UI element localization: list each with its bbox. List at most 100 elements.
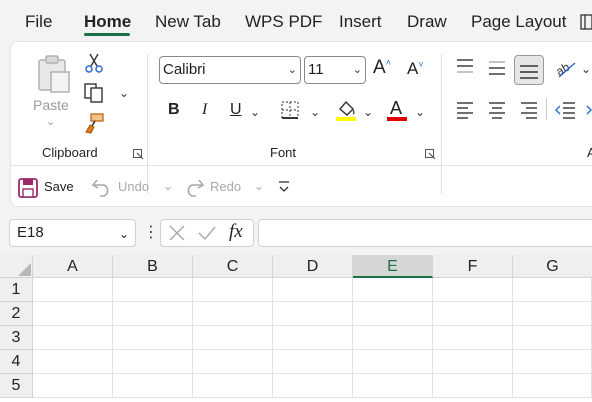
overflow-tab-icon[interactable] — [580, 13, 592, 31]
column-header-b[interactable]: B — [113, 255, 193, 278]
redo-icon[interactable] — [183, 176, 205, 198]
column-header-f[interactable]: F — [433, 255, 513, 278]
customize-toolbar-icon[interactable] — [277, 178, 299, 200]
grid-cell[interactable] — [433, 374, 513, 398]
row-header-2[interactable]: 2 — [0, 302, 33, 326]
tab-new-tab[interactable]: New Tab — [155, 12, 221, 32]
formula-input[interactable] — [258, 219, 592, 247]
grid-cell[interactable] — [433, 302, 513, 326]
tab-draw[interactable]: Draw — [407, 12, 447, 32]
select-all-corner[interactable] — [0, 255, 33, 278]
tab-file[interactable]: File — [25, 12, 52, 32]
fill-color-dropdown-icon[interactable]: ⌄ — [363, 105, 373, 119]
undo-dropdown-icon[interactable]: ⌄ — [163, 179, 173, 193]
insert-function-button[interactable]: fx — [229, 221, 243, 243]
format-painter-icon[interactable] — [83, 112, 105, 134]
row-header-4[interactable]: 4 — [0, 350, 33, 374]
row-header-3[interactable]: 3 — [0, 326, 33, 350]
decrease-font-size-button[interactable]: A˅ — [407, 59, 424, 79]
grid-cell[interactable] — [433, 350, 513, 374]
grid-cell[interactable] — [113, 374, 193, 398]
grid-cell[interactable] — [193, 326, 273, 350]
row-header-1[interactable]: 1 — [0, 278, 33, 302]
font-size-select[interactable]: 11 ⌄ — [304, 56, 366, 84]
save-button[interactable]: Save — [44, 179, 74, 194]
grid-cell[interactable] — [353, 278, 433, 302]
grid-cell[interactable] — [273, 326, 353, 350]
grid-cell[interactable] — [273, 278, 353, 302]
cut-icon[interactable] — [83, 52, 105, 74]
undo-button[interactable]: Undo — [118, 179, 149, 194]
align-left-icon[interactable] — [455, 100, 477, 122]
column-header-c[interactable]: C — [193, 255, 273, 278]
copy-icon[interactable] — [83, 82, 105, 104]
grid-cell[interactable] — [193, 374, 273, 398]
align-top-icon[interactable] — [455, 57, 477, 79]
column-header-a[interactable]: A — [33, 255, 113, 278]
underline-dropdown-icon[interactable]: ⌄ — [250, 105, 260, 119]
tab-wps-pdf[interactable]: WPS PDF — [245, 12, 322, 32]
grid-cell[interactable] — [193, 350, 273, 374]
grid-cell[interactable] — [33, 350, 113, 374]
undo-icon[interactable] — [91, 176, 113, 198]
grid-cell[interactable] — [193, 278, 273, 302]
more-options-icon[interactable]: ⋮ — [143, 222, 159, 242]
grid-cell[interactable] — [273, 374, 353, 398]
grid-cell[interactable] — [113, 350, 193, 374]
save-icon[interactable] — [17, 177, 39, 199]
grid-cell[interactable] — [353, 302, 433, 326]
increase-font-size-button[interactable]: A˄ — [373, 57, 391, 79]
redo-button[interactable]: Redo — [210, 179, 241, 194]
grid-cell[interactable] — [273, 350, 353, 374]
grid-cell[interactable] — [193, 302, 273, 326]
grid-cell[interactable] — [33, 374, 113, 398]
grid-cell[interactable] — [113, 302, 193, 326]
align-center-icon[interactable] — [487, 100, 509, 122]
underline-button[interactable]: U — [230, 101, 242, 119]
paste-dropdown-icon[interactable]: ⌄ — [46, 115, 55, 128]
font-color-icon[interactable]: A — [385, 97, 407, 121]
font-color-dropdown-icon[interactable]: ⌄ — [415, 105, 425, 119]
name-box[interactable]: E18 ⌄ — [9, 219, 136, 247]
redo-dropdown-icon[interactable]: ⌄ — [254, 179, 264, 193]
increase-indent-icon[interactable] — [585, 100, 592, 122]
column-header-g[interactable]: G — [513, 255, 592, 278]
enter-icon[interactable] — [197, 224, 217, 247]
grid-cell[interactable] — [433, 278, 513, 302]
grid-cell[interactable] — [513, 302, 592, 326]
align-middle-icon[interactable] — [487, 59, 509, 81]
grid-cell[interactable] — [513, 278, 592, 302]
bold-button[interactable]: B — [168, 101, 180, 119]
font-name-select[interactable]: Calibri ⌄ — [159, 56, 301, 84]
tab-insert[interactable]: Insert — [339, 12, 382, 32]
cancel-icon[interactable] — [168, 224, 186, 247]
italic-button[interactable]: I — [202, 101, 207, 119]
decrease-indent-icon[interactable] — [554, 100, 576, 122]
column-header-d[interactable]: D — [273, 255, 353, 278]
grid-cell[interactable] — [353, 374, 433, 398]
grid-cell[interactable] — [513, 374, 592, 398]
grid-cell[interactable] — [33, 278, 113, 302]
orientation-dropdown-icon[interactable]: ⌄ — [581, 62, 591, 76]
column-header-e[interactable]: E — [353, 255, 433, 278]
align-right-icon[interactable] — [519, 100, 541, 122]
fill-color-icon[interactable] — [334, 97, 356, 121]
font-launcher-icon[interactable] — [425, 147, 436, 160]
row-header-5[interactable]: 5 — [0, 374, 33, 398]
borders-dropdown-icon[interactable]: ⌄ — [310, 105, 320, 119]
orientation-icon[interactable]: ab — [553, 57, 577, 79]
grid-cell[interactable] — [513, 326, 592, 350]
clipboard-launcher-icon[interactable] — [133, 147, 144, 160]
tab-page-layout[interactable]: Page Layout — [471, 12, 566, 32]
grid-cell[interactable] — [433, 326, 513, 350]
grid-cell[interactable] — [353, 326, 433, 350]
grid-cell[interactable] — [33, 302, 113, 326]
tab-home[interactable]: Home — [84, 12, 131, 32]
grid-cell[interactable] — [113, 278, 193, 302]
grid-cell[interactable] — [353, 350, 433, 374]
grid-cell[interactable] — [33, 326, 113, 350]
grid-cell[interactable] — [273, 302, 353, 326]
grid-cell[interactable] — [113, 326, 193, 350]
grid-cell[interactable] — [513, 350, 592, 374]
align-bottom-button[interactable] — [514, 55, 544, 85]
